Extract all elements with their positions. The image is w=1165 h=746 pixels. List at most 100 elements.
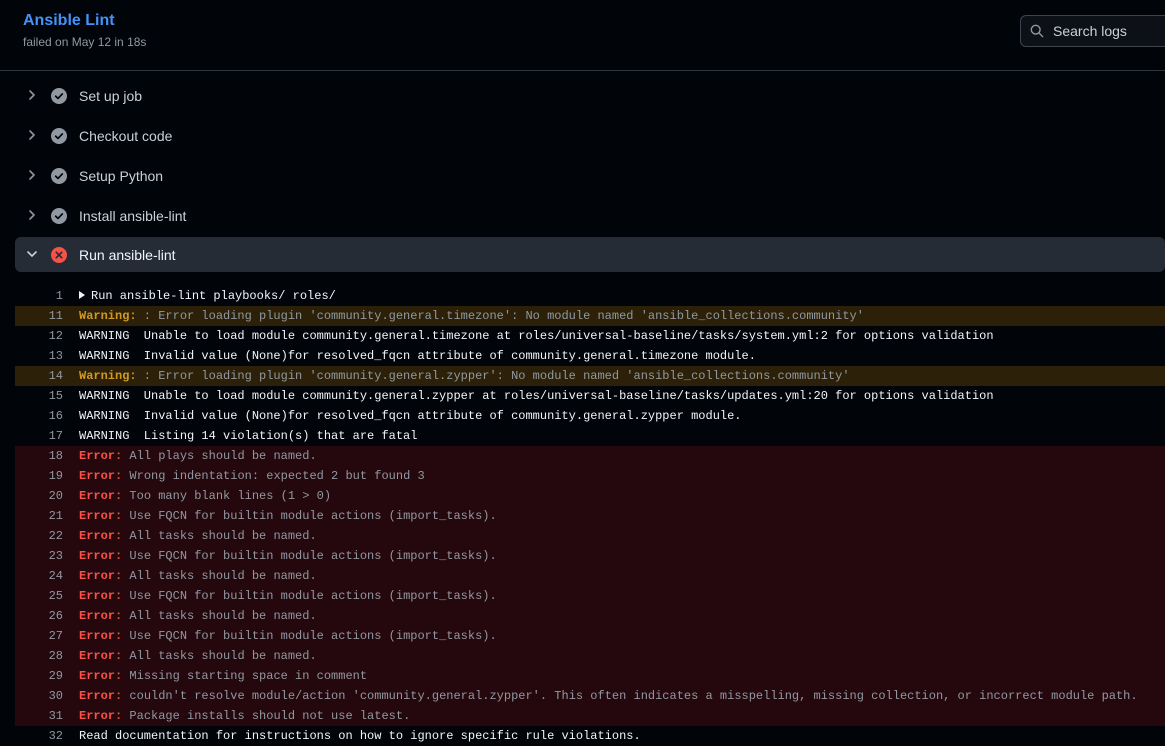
- log-content: Error: All plays should be named.: [79, 446, 317, 466]
- check-circle-icon: [51, 208, 67, 224]
- chevron-right-icon: [29, 130, 35, 140]
- log-line: 26 Error: All tasks should be named.: [15, 606, 1165, 626]
- error-keyword: Error:: [79, 609, 123, 623]
- line-number[interactable]: 11: [15, 306, 63, 326]
- line-number[interactable]: 12: [15, 326, 63, 346]
- log-message: Wrong indentation: expected 2 but found …: [122, 469, 425, 483]
- search-icon: [1030, 24, 1044, 38]
- log-content: WARNING Invalid value (None)for resolved…: [79, 406, 742, 426]
- log-content: Error: All tasks should be named.: [79, 646, 317, 666]
- log-message: Package installs should not use latest.: [122, 709, 411, 723]
- line-number[interactable]: 21: [15, 506, 63, 526]
- log-message: : Error loading plugin 'community.genera…: [136, 369, 850, 383]
- line-number[interactable]: 18: [15, 446, 63, 466]
- log-content: Error: Use FQCN for builtin module actio…: [79, 546, 497, 566]
- log-line: 28 Error: All tasks should be named.: [15, 646, 1165, 666]
- log-line: 17 WARNING Listing 14 violation(s) that a…: [15, 426, 1165, 446]
- log-message: Missing starting space in comment: [122, 669, 368, 683]
- line-number[interactable]: 15: [15, 386, 63, 406]
- log-content: Warning: : Error loading plugin 'communi…: [79, 306, 864, 326]
- log-message: Use FQCN for builtin module actions (imp…: [122, 629, 497, 643]
- log-line: 25 Error: Use FQCN for builtin module act…: [15, 586, 1165, 606]
- log-content: Run ansible-lint playbooks/ roles/: [79, 286, 336, 306]
- line-number[interactable]: 28: [15, 646, 63, 666]
- log-message: Use FQCN for builtin module actions (imp…: [122, 589, 497, 603]
- step-label: Set up job: [79, 88, 143, 104]
- line-number[interactable]: 25: [15, 586, 63, 606]
- line-number[interactable]: 20: [15, 486, 63, 506]
- log-output: 1 Run ansible-lint playbooks/ roles/11 War…: [15, 286, 1165, 746]
- search-logs-box[interactable]: [1020, 15, 1165, 47]
- log-content: WARNING Unable to load module community.…: [79, 326, 994, 346]
- log-line: 1 Run ansible-lint playbooks/ roles/: [15, 286, 1165, 306]
- line-number[interactable]: 16: [15, 406, 63, 426]
- log-line: 23 Error: Use FQCN for builtin module act…: [15, 546, 1165, 566]
- search-logs-input[interactable]: [1053, 21, 1165, 41]
- chevron-right-icon: [29, 90, 35, 100]
- step-row[interactable]: Checkout code: [15, 117, 1165, 153]
- job-header: Ansible Lint failed on May 12 in 18s: [0, 0, 1165, 71]
- log-message: All tasks should be named.: [122, 569, 317, 583]
- line-number[interactable]: 23: [15, 546, 63, 566]
- log-line: 29 Error: Missing starting space in comme…: [15, 666, 1165, 686]
- line-number[interactable]: 22: [15, 526, 63, 546]
- error-keyword: Error:: [79, 529, 123, 543]
- log-line: 20 Error: Too many blank lines (1 > 0): [15, 486, 1165, 506]
- line-number[interactable]: 31: [15, 706, 63, 726]
- log-message: All tasks should be named.: [122, 649, 317, 663]
- error-keyword: Error:: [79, 489, 123, 503]
- line-number[interactable]: 27: [15, 626, 63, 646]
- job-status-summary: failed on May 12 in 18s: [23, 35, 147, 49]
- step-label: Setup Python: [79, 168, 164, 184]
- step-row[interactable]: Install ansible-lint: [15, 197, 1165, 233]
- line-number[interactable]: 24: [15, 566, 63, 586]
- line-number[interactable]: 17: [15, 426, 63, 446]
- log-line: 30 Error: couldn't resolve module/action …: [15, 686, 1165, 706]
- expand-triangle-icon[interactable]: [79, 291, 85, 299]
- log-line: 16 WARNING Invalid value (None)for resolv…: [15, 406, 1165, 426]
- line-number[interactable]: 14: [15, 366, 63, 386]
- line-number[interactable]: 29: [15, 666, 63, 686]
- step-row[interactable]: Run ansible-lint: [15, 237, 1165, 272]
- line-number[interactable]: 32: [15, 726, 63, 746]
- log-message: Use FQCN for builtin module actions (imp…: [122, 509, 497, 523]
- error-keyword: Error:: [79, 649, 123, 663]
- step-label: Checkout code: [79, 128, 173, 144]
- warning-keyword: Warning:: [79, 309, 137, 323]
- log-content: Error: All tasks should be named.: [79, 566, 317, 586]
- job-title[interactable]: Ansible Lint: [23, 12, 115, 30]
- error-keyword: Error:: [79, 509, 123, 523]
- log-line: 19 Error: Wrong indentation: expected 2 b…: [15, 466, 1165, 486]
- chevron-down-icon: [27, 251, 37, 257]
- line-number[interactable]: 13: [15, 346, 63, 366]
- error-keyword: Error:: [79, 709, 123, 723]
- log-content: WARNING Invalid value (None)for resolved…: [79, 346, 756, 366]
- log-content: WARNING Listing 14 violation(s) that are…: [79, 426, 417, 446]
- log-content: WARNING Unable to load module community.…: [79, 386, 994, 406]
- step-row[interactable]: Set up job: [15, 77, 1165, 113]
- line-number[interactable]: 26: [15, 606, 63, 626]
- step-label: Install ansible-lint: [79, 208, 187, 224]
- line-number[interactable]: 30: [15, 686, 63, 706]
- line-number[interactable]: 1: [15, 286, 63, 306]
- log-message: WARNING Unable to load module community.…: [79, 329, 994, 343]
- log-line: 21 Error: Use FQCN for builtin module act…: [15, 506, 1165, 526]
- log-content: Error: All tasks should be named.: [79, 606, 317, 626]
- log-line: 15 WARNING Unable to load module communit…: [15, 386, 1165, 406]
- log-group-title[interactable]: Run ansible-lint playbooks/ roles/: [91, 289, 336, 303]
- log-message: Too many blank lines (1 > 0): [122, 489, 332, 503]
- error-keyword: Error:: [79, 469, 123, 483]
- log-message: Use FQCN for builtin module actions (imp…: [122, 549, 497, 563]
- step-row[interactable]: Setup Python: [15, 157, 1165, 193]
- log-content: Error: Use FQCN for builtin module actio…: [79, 586, 497, 606]
- log-content: Warning: : Error loading plugin 'communi…: [79, 366, 850, 386]
- line-number[interactable]: 19: [15, 466, 63, 486]
- log-message: couldn't resolve module/action 'communit…: [122, 689, 1138, 703]
- log-content: Error: Wrong indentation: expected 2 but…: [79, 466, 425, 486]
- log-content: Error: Use FQCN for builtin module actio…: [79, 506, 497, 526]
- log-content: Error: Too many blank lines (1 > 0): [79, 486, 331, 506]
- log-content: Read documentation for instructions on h…: [79, 726, 641, 746]
- log-line: 14 Warning: : Error loading plugin 'commu…: [15, 366, 1165, 386]
- check-circle-icon: [51, 128, 67, 144]
- log-content: Error: Use FQCN for builtin module actio…: [79, 626, 497, 646]
